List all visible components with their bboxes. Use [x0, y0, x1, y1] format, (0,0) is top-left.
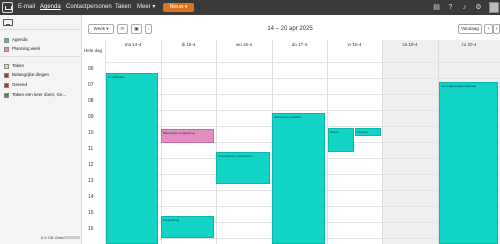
help-icon[interactable]: ?	[446, 3, 455, 12]
calendar-event[interactable]: Samengevoegde afspraak	[439, 82, 498, 244]
chat-icon[interactable]: ▤	[432, 3, 441, 12]
date-range-title: 14 – 20 apr 2025	[267, 26, 313, 32]
calendar-item-taken-een-keer[interactable]: Taken een keer doen; Ge...	[2, 91, 80, 99]
calendar-event[interactable]: Samenkomen vergaderen	[216, 152, 270, 184]
calendar-color-swatch[interactable]	[4, 72, 9, 78]
storage-usage-bar	[64, 236, 80, 239]
all-day-label: Hele dag	[84, 48, 103, 53]
hour-label: 07	[88, 82, 94, 88]
calendar-label: Taken	[12, 63, 25, 68]
calendar-item-belangrijke-dingen[interactable]: Belangrijke dingen	[2, 71, 80, 79]
top-bar: E-mail Agenda Contactpersonen Taken Meer…	[0, 0, 500, 15]
calendar-event[interactable]: In ontbreken	[106, 73, 158, 244]
calendar-color-swatch[interactable]	[4, 37, 9, 43]
calendar-label: Belangrijke dingen	[12, 72, 50, 77]
calendar-color-swatch[interactable]	[4, 46, 9, 52]
hour-label: 06	[88, 66, 94, 72]
hour-label: 15	[88, 210, 94, 216]
next-week-icon[interactable]: ›	[493, 24, 500, 34]
calendar-event[interactable]: Werkgroep uitstellen	[272, 113, 325, 244]
calendar-label: Agenda	[12, 37, 28, 42]
notifications-icon[interactable]: ♪	[460, 3, 469, 12]
refresh-icon[interactable]: ⟳	[117, 24, 128, 34]
day-header[interactable]: zo 20-4	[438, 40, 500, 50]
calendar-item-agenda[interactable]: Agenda	[2, 36, 80, 44]
hour-label: 14	[88, 194, 94, 200]
calendar-label: Gereed	[12, 82, 28, 87]
new-button[interactable]: Nieuw ▾	[163, 3, 194, 12]
calendar-item-taken[interactable]: Taken	[2, 62, 80, 70]
calendar-event[interactable]: Nieuw ...	[328, 128, 354, 152]
previous-week-icon[interactable]: ‹	[484, 24, 493, 34]
hour-label: 16	[88, 226, 94, 232]
day-header[interactable]: wo 16-4	[216, 40, 272, 50]
hour-label: 08	[88, 98, 94, 104]
day-header[interactable]: za 19-4	[382, 40, 438, 50]
nav-tasks[interactable]: Taken	[115, 0, 131, 15]
sidebar-divider	[0, 56, 82, 57]
calendar-color-swatch[interactable]	[4, 82, 9, 88]
sidebar: Agenda Planning werk Taken Belangrijke d…	[0, 15, 82, 244]
add-calendar-icon[interactable]	[3, 19, 13, 26]
nav-contacts[interactable]: Contactpersonen	[66, 0, 112, 15]
calendar-color-swatch[interactable]	[4, 92, 9, 98]
today-button[interactable]: Vandaag	[458, 24, 482, 34]
day-header[interactable]: di 15-4	[161, 40, 216, 50]
hour-label: 12	[88, 162, 94, 168]
nav-email[interactable]: E-mail	[18, 0, 35, 15]
calendar-item-gereed[interactable]: Gereed	[2, 81, 80, 89]
hour-line	[105, 62, 500, 63]
more-options-icon[interactable]: ⋮	[145, 24, 152, 34]
view-select[interactable]: Week ▾	[88, 24, 114, 34]
avatar[interactable]	[489, 2, 499, 13]
calendar-item-planning-werk[interactable]: Planning werk	[2, 45, 80, 53]
day-header[interactable]: vr 18-4	[327, 40, 382, 50]
hour-label: 10	[88, 130, 94, 136]
calendar-event[interactable]: Overlap	[355, 128, 381, 136]
calendar-event[interactable]: Vergadering	[161, 216, 214, 238]
nav-more[interactable]: Meer ▾	[137, 0, 155, 15]
hour-label: 13	[88, 178, 94, 184]
settings-icon[interactable]: ⚙	[474, 3, 483, 12]
hour-line	[105, 78, 500, 79]
week-grid: ma 14-4 di 15-4 wo 16-4 do 17-4 vr 18-4 …	[82, 40, 500, 244]
nav-agenda[interactable]: Agenda	[40, 0, 61, 15]
hour-label: 11	[88, 146, 94, 152]
app-switcher-icon[interactable]	[2, 2, 13, 13]
calendar-color-swatch[interactable]	[4, 63, 9, 69]
day-header[interactable]: ma 14-4	[105, 40, 161, 50]
sidebar-divider	[0, 29, 82, 30]
hour-label: 09	[88, 114, 94, 120]
print-icon[interactable]: ▣	[131, 24, 142, 34]
calendar-label: Taken een keer doen; Ge...	[12, 92, 67, 97]
calendar-label: Planning werk	[12, 46, 41, 51]
day-header[interactable]: do 17-4	[272, 40, 327, 50]
calendar-event[interactable]: Belangrijke vergadering	[161, 129, 214, 143]
